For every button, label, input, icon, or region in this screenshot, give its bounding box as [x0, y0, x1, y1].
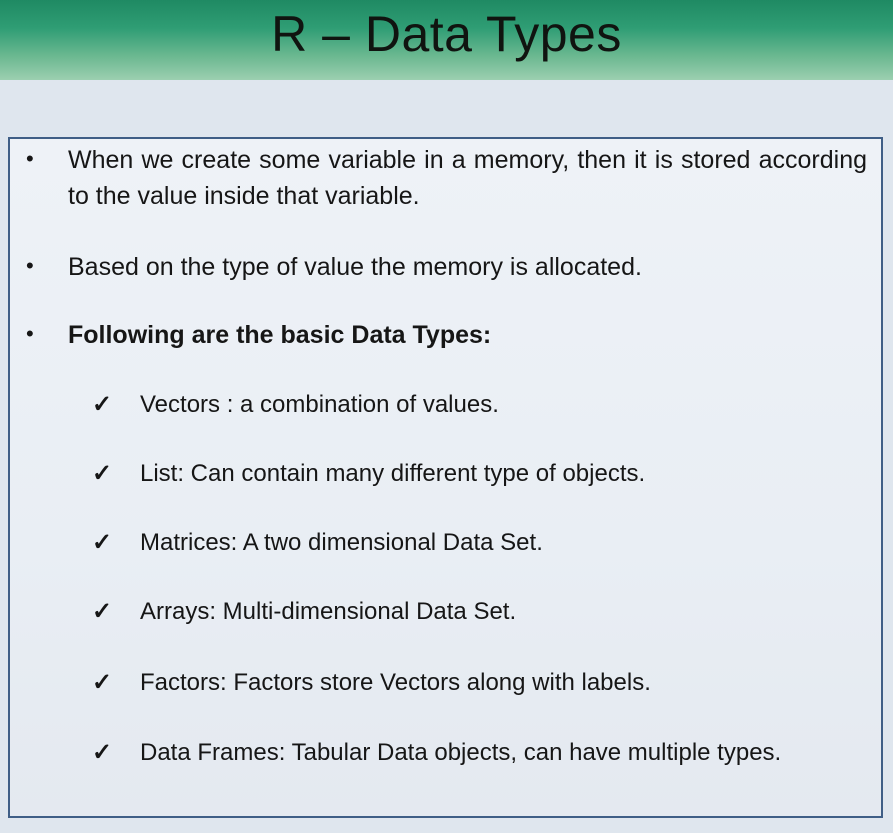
checkmark-icon: ✓: [92, 598, 113, 625]
bullet-text: When we create some variable in a memory…: [68, 146, 867, 210]
checkmark-icon: ✓: [92, 460, 113, 487]
bullet-icon: •: [26, 146, 34, 171]
checkmark-icon: ✓: [92, 529, 113, 556]
bullet-text: Based on the type of value the memory is…: [68, 253, 642, 281]
slide-title: R – Data Types: [271, 6, 622, 62]
data-type-text: Factors: Factors store Vectors along wit…: [140, 669, 651, 696]
data-type-text: Vectors : a combination of values.: [140, 391, 499, 418]
data-type-text: Matrices: A two dimensional Data Set.: [140, 529, 543, 556]
data-type-text: Arrays: Multi-dimensional Data Set.: [140, 598, 517, 625]
checkmark-icon: ✓: [92, 739, 113, 766]
bullet-text: Following are the basic Data Types:: [68, 321, 492, 349]
checkmark-icon: ✓: [92, 669, 113, 696]
checkmark-icon: ✓: [92, 391, 113, 418]
bullet-icon: •: [26, 321, 34, 346]
data-type-text: Data Frames: Tabular Data objects, can h…: [140, 739, 782, 766]
bullet-icon: •: [26, 253, 34, 278]
title-bar: R – Data Types: [0, 0, 893, 80]
data-type-text: List: Can contain many different type of…: [140, 460, 646, 487]
content-box: • When we create some variable in a memo…: [8, 137, 883, 818]
